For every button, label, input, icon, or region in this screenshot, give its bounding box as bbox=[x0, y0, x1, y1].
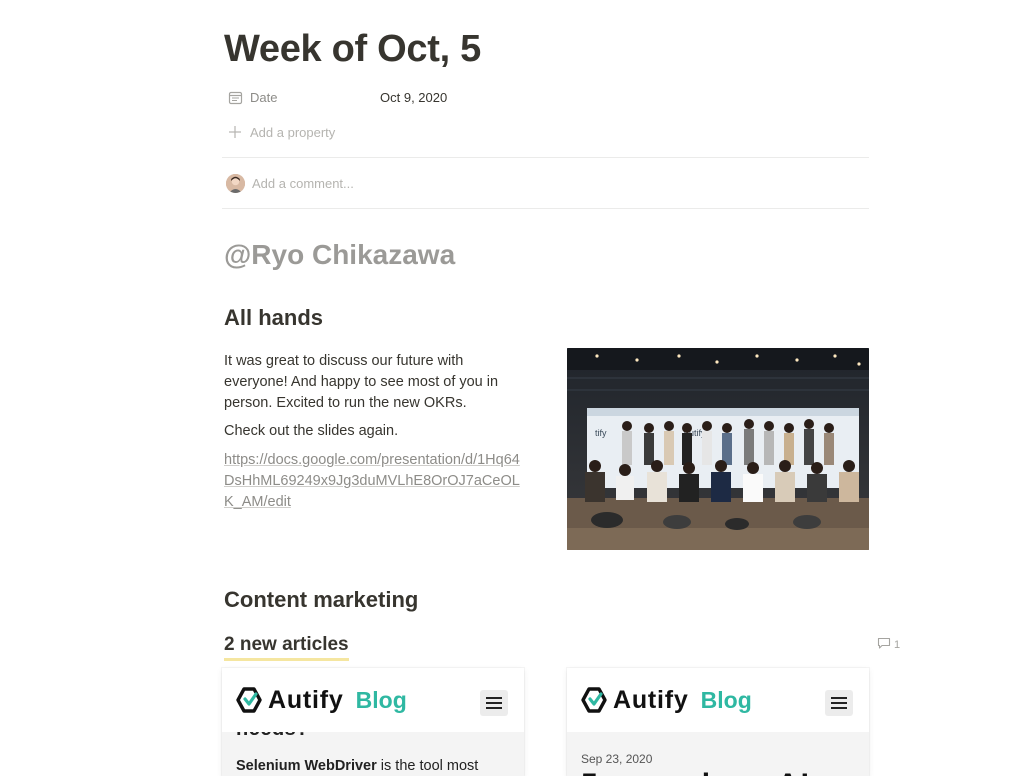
page-title[interactable]: Week of Oct, 5 bbox=[224, 28, 481, 71]
heading-all-hands: All hands bbox=[224, 305, 324, 330]
team-photo[interactable]: tify Autify bbox=[567, 348, 869, 550]
paragraph: It was great to discuss our future with … bbox=[224, 353, 499, 411]
article-excerpt: Selenium WebDriver is the tool most bbox=[236, 758, 478, 774]
article-card[interactable]: Autify Blog Sep 23, 2020 5 ways how AI bbox=[567, 668, 869, 776]
slides-link[interactable]: https://docs.google.com/presentation/d/1… bbox=[224, 450, 524, 513]
card-header: Autify Blog bbox=[222, 668, 524, 732]
article-card[interactable]: Autify Blog needs? Selenium WebDriver is… bbox=[222, 668, 524, 776]
plus-icon bbox=[227, 124, 243, 140]
article-date: Sep 23, 2020 bbox=[581, 752, 653, 766]
article-title-fragment: 5 ways how AI bbox=[581, 768, 811, 776]
autify-logo-text: Autify bbox=[613, 685, 689, 714]
comment-input[interactable]: Add a comment... bbox=[226, 174, 354, 193]
excerpt-bold: Selenium WebDriver bbox=[236, 758, 377, 774]
paragraph: Check out the slides again. bbox=[224, 423, 399, 439]
blog-label: Blog bbox=[700, 686, 752, 713]
card-body: Sep 23, 2020 5 ways how AI bbox=[567, 732, 869, 776]
property-value-date[interactable]: Oct 9, 2020 bbox=[380, 90, 447, 105]
property-label-date: Date bbox=[250, 89, 278, 105]
heading-new-articles: 2 new articles bbox=[224, 634, 349, 661]
comment-placeholder: Add a comment... bbox=[252, 176, 354, 191]
add-property-button[interactable]: Add a property bbox=[224, 124, 335, 140]
divider bbox=[222, 157, 869, 158]
blog-label: Blog bbox=[355, 686, 407, 713]
divider bbox=[222, 208, 869, 209]
avatar bbox=[226, 174, 245, 193]
comment-count: 1 bbox=[894, 638, 901, 651]
article-heading-fragment: needs? bbox=[236, 732, 309, 741]
comment-count-badge[interactable]: 1 bbox=[877, 637, 900, 652]
autify-logo-text: Autify bbox=[268, 685, 344, 714]
autify-logo-icon bbox=[581, 687, 607, 713]
excerpt-text: is the tool most bbox=[376, 758, 479, 774]
hamburger-menu-icon[interactable] bbox=[825, 690, 853, 716]
calendar-icon bbox=[227, 89, 243, 105]
property-date[interactable]: Date Oct 9, 2020 bbox=[224, 89, 447, 105]
add-property-label: Add a property bbox=[250, 124, 336, 140]
heading-content-marketing: Content marketing bbox=[224, 587, 419, 612]
autify-logo-icon bbox=[236, 687, 262, 713]
user-mention[interactable]: @Ryo Chikazawa bbox=[224, 239, 455, 271]
speech-bubble-icon bbox=[877, 637, 891, 652]
card-header: Autify Blog bbox=[567, 668, 869, 732]
svg-text:tify: tify bbox=[595, 428, 607, 438]
card-body: needs? Selenium WebDriver is the tool mo… bbox=[222, 732, 524, 776]
hamburger-menu-icon[interactable] bbox=[480, 690, 508, 716]
